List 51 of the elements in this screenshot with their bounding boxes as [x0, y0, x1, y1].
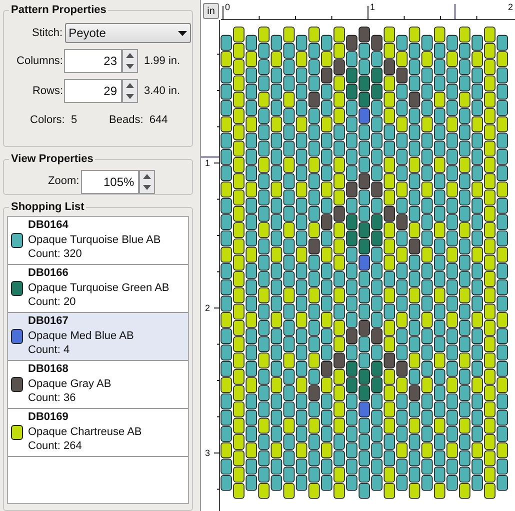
- number-field[interactable]: 23: [64, 49, 122, 73]
- field-label: Rows:: [31, 84, 64, 99]
- down-arrow-icon: [126, 94, 134, 99]
- bead-count: Count: 4: [28, 343, 71, 358]
- ruler-label: 3: [205, 448, 210, 458]
- dropdown-arrow-icon: [178, 30, 187, 36]
- bead-count: Count: 320: [28, 247, 83, 262]
- bead-code: DB0164: [28, 218, 70, 233]
- bead-count: Count: 264: [28, 439, 83, 454]
- stitch-dropdown[interactable]: Peyote: [64, 23, 191, 43]
- bead-code: DB0167: [28, 314, 70, 329]
- ruler-label: 1: [205, 158, 210, 168]
- bead-name: Opaque Gray AB: [28, 376, 112, 392]
- colors-count: Colors: 5: [30, 113, 78, 128]
- size-text: 3.40 in.: [144, 84, 180, 99]
- shopping-list-item[interactable]: DB0166 Opaque Turquoise Green AB Count: 20: [8, 264, 188, 313]
- spin-buttons[interactable]: [122, 49, 138, 73]
- group-title: Pattern Properties: [9, 3, 108, 17]
- field-label: Columns:: [16, 54, 64, 69]
- ruler-label: 1: [370, 2, 376, 12]
- down-arrow-icon: [143, 184, 152, 190]
- ruler-label: 0: [225, 2, 230, 12]
- down-arrow-icon: [126, 64, 134, 69]
- up-arrow-icon: [126, 53, 134, 58]
- ruler-label: 2: [205, 303, 210, 313]
- size-text: 1.99 in.: [144, 54, 180, 69]
- up-arrow-icon: [126, 83, 134, 88]
- bead-name: Opaque Chartreuse AB: [28, 424, 142, 440]
- number-field[interactable]: 29: [64, 79, 122, 103]
- number-field[interactable]: 105%: [81, 170, 140, 194]
- shopping-list-item[interactable]: DB0169 Opaque Chartreuse AB Count: 264: [8, 408, 188, 457]
- unit-button[interactable]: in: [203, 3, 219, 19]
- shopping-list-item[interactable]: DB0167 Opaque Med Blue AB Count: 4: [8, 312, 188, 361]
- beads-count: Beads: 644: [109, 113, 168, 128]
- bead-count: Count: 20: [28, 295, 77, 310]
- ruler-label: 2: [508, 2, 514, 12]
- up-arrow-icon: [143, 174, 152, 179]
- zoom-label: Zoom:: [48, 174, 80, 190]
- bead-name: Opaque Med Blue AB: [28, 328, 134, 344]
- group-title: View Properties: [9, 152, 96, 166]
- bead-count: Count: 36: [28, 391, 77, 406]
- bead-code: DB0168: [28, 362, 70, 377]
- spin-buttons[interactable]: [139, 170, 156, 194]
- stitch-label: Stitch:: [32, 26, 63, 41]
- bead-name: Opaque Turquoise Green AB: [28, 280, 170, 296]
- group-title: Shopping List: [9, 200, 86, 214]
- shopping-list-item[interactable]: DB0168 Opaque Gray AB Count: 36: [8, 360, 188, 409]
- spin-buttons[interactable]: [122, 79, 138, 103]
- bead-name: Opaque Turquoise Blue AB: [28, 232, 161, 248]
- bead-code: DB0169: [28, 410, 70, 425]
- bead-code: DB0166: [28, 266, 70, 281]
